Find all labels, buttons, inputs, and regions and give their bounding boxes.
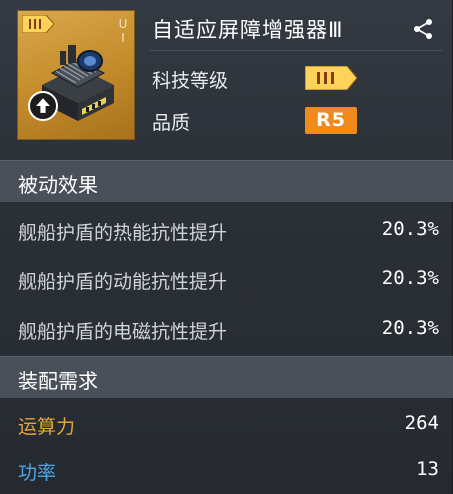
- compute-value: 264: [404, 412, 439, 434]
- effect-label: 舰船护盾的电磁抗性提升: [18, 321, 228, 343]
- requirements-header: 装配需求: [0, 356, 453, 398]
- share-icon[interactable]: [412, 18, 434, 40]
- effect-row-em: 舰船护盾的电磁抗性提升 20.3%: [0, 305, 453, 355]
- effect-label: 舰船护盾的动能抗性提升: [18, 271, 228, 293]
- compute-label: 运算力: [18, 416, 76, 438]
- effect-value: 20.3%: [381, 267, 439, 289]
- tier-iii-icon: [22, 15, 54, 33]
- tech-level-label: 科技等级: [152, 70, 229, 92]
- passive-effects-header: 被动效果: [0, 160, 453, 202]
- effect-value: 20.3%: [381, 317, 439, 339]
- effect-row-kinetic: 舰船护盾的动能抗性提升 20.3%: [0, 255, 453, 305]
- effect-value: 20.3%: [381, 218, 439, 240]
- quality-label: 品质: [152, 112, 191, 134]
- upgrade-arrow-icon[interactable]: [28, 91, 58, 121]
- effect-label: 舰船护盾的热能抗性提升: [18, 222, 228, 244]
- power-label: 功率: [18, 462, 57, 484]
- item-detail-panel: U I 自适应屏障增强器Ⅲ 科技等级 品质 R5 被动效果 舰船护盾的热能抗性提…: [0, 0, 453, 494]
- tech-level-iii-icon: [305, 66, 357, 90]
- requirement-row-compute: 运算力 264: [0, 402, 453, 446]
- item-thumbnail[interactable]: U I: [17, 10, 135, 140]
- requirement-row-power: 功率 13: [0, 448, 453, 492]
- requirements-title: 装配需求: [18, 369, 98, 393]
- quality-badge: R5: [305, 107, 357, 134]
- power-value: 13: [416, 458, 439, 480]
- effect-row-thermal: 舰船护盾的热能抗性提升 20.3%: [0, 206, 453, 256]
- item-name: 自适应屏障增强器Ⅲ: [152, 18, 344, 42]
- passive-effects-title: 被动效果: [18, 173, 98, 197]
- item-header: U I 自适应屏障增强器Ⅲ 科技等级 品质 R5: [0, 0, 453, 150]
- header-divider: [150, 50, 442, 51]
